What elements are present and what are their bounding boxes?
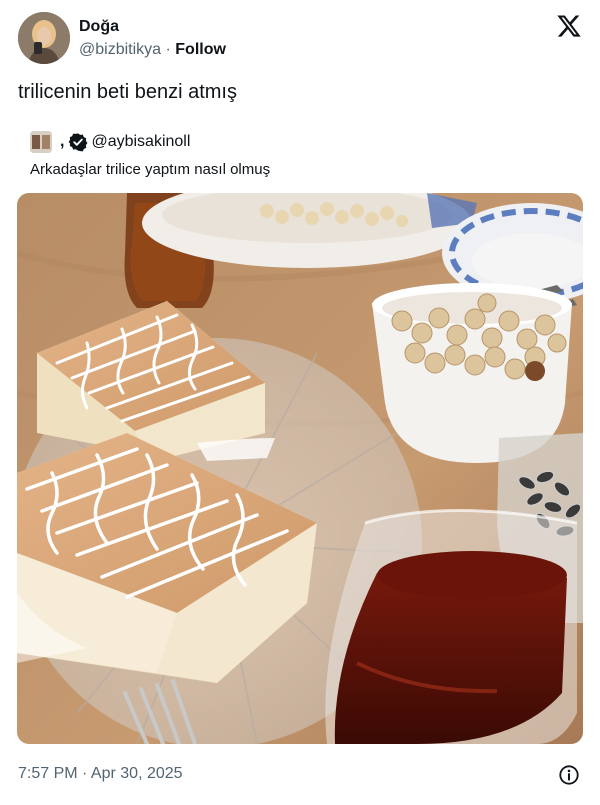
quoted-handle[interactable]: @aybisakinoll (91, 133, 190, 151)
handle-separator: · (161, 41, 176, 58)
author-handle-line: @bizbitikya · Follow (79, 41, 226, 59)
quoted-tweet-header[interactable]: , @aybisakinoll (30, 131, 190, 153)
author-display-name[interactable]: Doğa (79, 18, 119, 36)
tweet-timestamp[interactable]: 7:57 PM · Apr 30, 2025 (18, 765, 183, 783)
info-icon[interactable] (558, 764, 580, 786)
quoted-display-name[interactable]: , (60, 133, 64, 151)
follow-button[interactable]: Follow (175, 41, 226, 58)
verified-badge-icon (68, 133, 88, 152)
author-handle[interactable]: @bizbitikya (79, 41, 161, 58)
tweet-text: trilicenin beti benzi atmış (18, 81, 237, 103)
tweet-photo[interactable] (17, 193, 583, 744)
quoted-tweet-text: Arkadaşlar trilice yaptım nasıl olmuş (30, 161, 271, 178)
x-logo-icon[interactable] (556, 13, 582, 39)
author-avatar[interactable] (18, 12, 70, 64)
quoted-avatar[interactable] (30, 131, 52, 153)
